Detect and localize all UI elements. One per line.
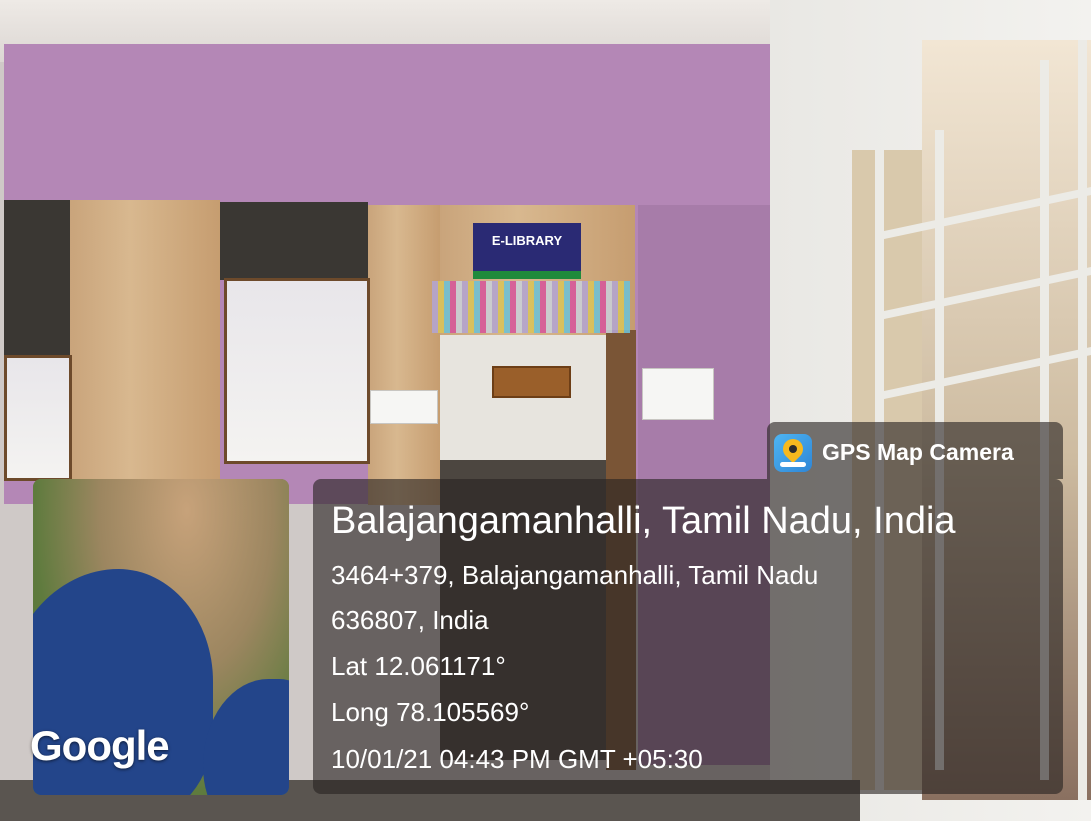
wood-panel — [368, 205, 440, 505]
dark-panel — [220, 202, 368, 280]
inner-room-wall — [440, 335, 608, 465]
wood-panel — [70, 200, 220, 500]
window-grill-bar — [1078, 40, 1087, 800]
address-line-1: 3464+379, Balajangamanhalli, Tamil Nadu — [331, 560, 819, 590]
e-library-sign-text: E-LIBRARY — [491, 233, 563, 248]
timestamp: 10/01/21 04:43 PM GMT +05:30 — [331, 744, 703, 774]
glass-partition — [4, 355, 72, 481]
app-title: GPS Map Camera — [822, 439, 1014, 465]
place-name: Balajangamanhalli, Tamil Nadu, India — [331, 500, 956, 542]
longitude: Long 78.105569° — [331, 697, 530, 727]
e-library-sign: E-LIBRARY — [473, 223, 581, 279]
address-line-2: 636807, India — [331, 605, 489, 635]
notice-paper — [370, 390, 438, 424]
welcome-banner — [432, 281, 630, 333]
glass-partition — [224, 278, 370, 464]
dark-panel — [4, 200, 70, 360]
latitude: Lat 12.061171° — [331, 651, 506, 681]
framed-picture — [492, 366, 571, 398]
notice-paper — [642, 368, 714, 420]
google-map-attribution: Google — [30, 722, 170, 769]
gps-map-camera-icon — [774, 434, 812, 472]
